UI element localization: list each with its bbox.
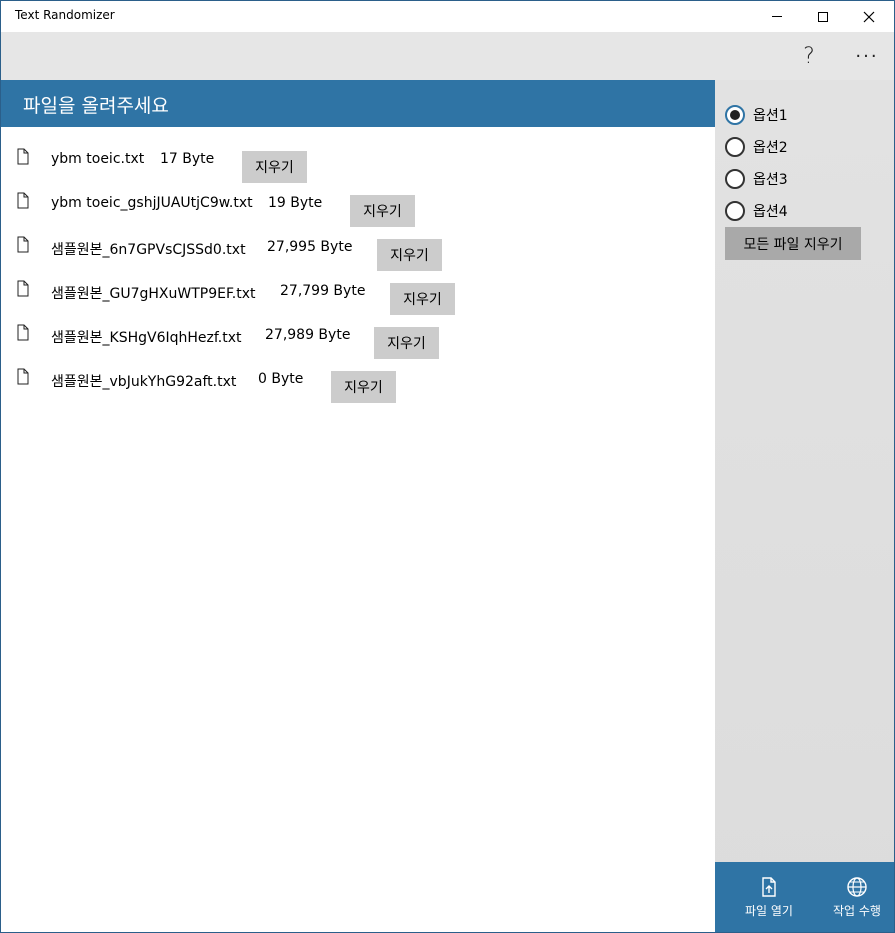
help-button[interactable]: ? — [789, 32, 829, 80]
delete-file-button[interactable]: 지우기 — [242, 151, 307, 183]
file-size: 0 Byte — [258, 371, 304, 387]
options-panel: 옵션1 옵션2 옵션3 옵션4 모든 파일 지우기 파일 열기 작업 수행 — [715, 80, 894, 932]
list-item: 샘플원본_KSHgV6IqhHezf.txt 27,989 Byte 지우기 — [1, 324, 715, 360]
file-name: 샘플원본_vbJukYhG92aft.txt — [51, 374, 237, 390]
title-bar: Text Randomizer — [1, 1, 894, 32]
option-label: 옵션4 — [753, 204, 788, 220]
close-icon — [863, 11, 875, 22]
file-size: 27,989 Byte — [265, 327, 351, 343]
file-size: 19 Byte — [268, 195, 323, 211]
bottom-app-bar: 파일 열기 작업 수행 — [715, 862, 894, 932]
list-item: 샘플원본_6n7GPVsCJSSd0.txt 27,995 Byte 지우기 — [1, 236, 715, 272]
option-label: 옵션2 — [753, 140, 788, 156]
delete-file-button[interactable]: 지우기 — [390, 283, 455, 315]
header-band: 파일을 올려주세요 — [1, 80, 715, 127]
open-file-label: 파일 열기 — [745, 904, 793, 918]
app-title: Text Randomizer — [15, 8, 115, 22]
option-radio-2[interactable]: 옵션2 — [725, 136, 788, 158]
list-item: ybm toeic_gshjJUAUtjC9w.txt 19 Byte 지우기 — [1, 192, 715, 228]
radio-unchecked-icon[interactable] — [725, 201, 745, 221]
list-item: 샘플원본_GU7gHXuWTP9EF.txt 27,799 Byte 지우기 — [1, 280, 715, 316]
close-button[interactable] — [846, 1, 892, 32]
file-icon — [17, 280, 29, 297]
file-name: 샘플원본_GU7gHXuWTP9EF.txt — [51, 286, 256, 302]
file-name: ybm toeic_gshjJUAUtjC9w.txt — [51, 195, 253, 211]
command-bar: ? ··· — [1, 32, 894, 80]
minimize-icon — [772, 16, 782, 17]
file-icon — [17, 368, 29, 385]
option-label: 옵션3 — [753, 172, 788, 188]
list-item: ybm toeic.txt 17 Byte 지우기 — [1, 148, 715, 184]
file-name: ybm toeic.txt — [51, 151, 145, 167]
file-size: 17 Byte — [160, 151, 215, 167]
radio-unchecked-icon[interactable] — [725, 169, 745, 189]
open-file-icon — [762, 877, 776, 897]
file-icon — [17, 192, 29, 209]
radio-dot-icon — [730, 110, 740, 120]
maximize-button[interactable] — [800, 1, 846, 32]
delete-file-button[interactable]: 지우기 — [377, 239, 442, 271]
open-file-button[interactable]: 파일 열기 — [729, 862, 809, 932]
option-radio-1[interactable]: 옵션1 — [725, 104, 788, 126]
delete-file-button[interactable]: 지우기 — [350, 195, 415, 227]
app-window: Text Randomizer ? ··· 파일을 올려주세요 ybm toei… — [0, 0, 895, 933]
minimize-button[interactable] — [754, 1, 800, 32]
file-name: 샘플원본_KSHgV6IqhHezf.txt — [51, 330, 242, 346]
file-size: 27,799 Byte — [280, 283, 366, 299]
clear-all-files-button[interactable]: 모든 파일 지우기 — [725, 227, 861, 260]
more-button[interactable]: ··· — [847, 32, 887, 80]
option-radio-4[interactable]: 옵션4 — [725, 200, 788, 222]
list-item: 샘플원본_vbJukYhG92aft.txt 0 Byte 지우기 — [1, 368, 715, 404]
radio-unchecked-icon[interactable] — [725, 137, 745, 157]
file-icon — [17, 148, 29, 165]
file-list-panel: 파일을 올려주세요 ybm toeic.txt 17 Byte 지우기 ybm toe… — [1, 80, 715, 932]
globe-icon — [847, 877, 867, 897]
run-task-button[interactable]: 작업 수행 — [817, 862, 894, 932]
delete-file-button[interactable]: 지우기 — [374, 327, 439, 359]
radio-checked-icon[interactable] — [725, 105, 745, 125]
file-name: 샘플원본_6n7GPVsCJSSd0.txt — [51, 242, 246, 258]
file-icon — [17, 236, 29, 253]
option-radio-3[interactable]: 옵션3 — [725, 168, 788, 190]
option-label: 옵션1 — [753, 108, 788, 124]
file-size: 27,995 Byte — [267, 239, 353, 255]
delete-file-button[interactable]: 지우기 — [331, 371, 396, 403]
file-icon — [17, 324, 29, 341]
maximize-icon — [818, 11, 828, 22]
run-task-label: 작업 수행 — [833, 904, 881, 918]
page-title: 파일을 올려주세요 — [23, 95, 169, 117]
